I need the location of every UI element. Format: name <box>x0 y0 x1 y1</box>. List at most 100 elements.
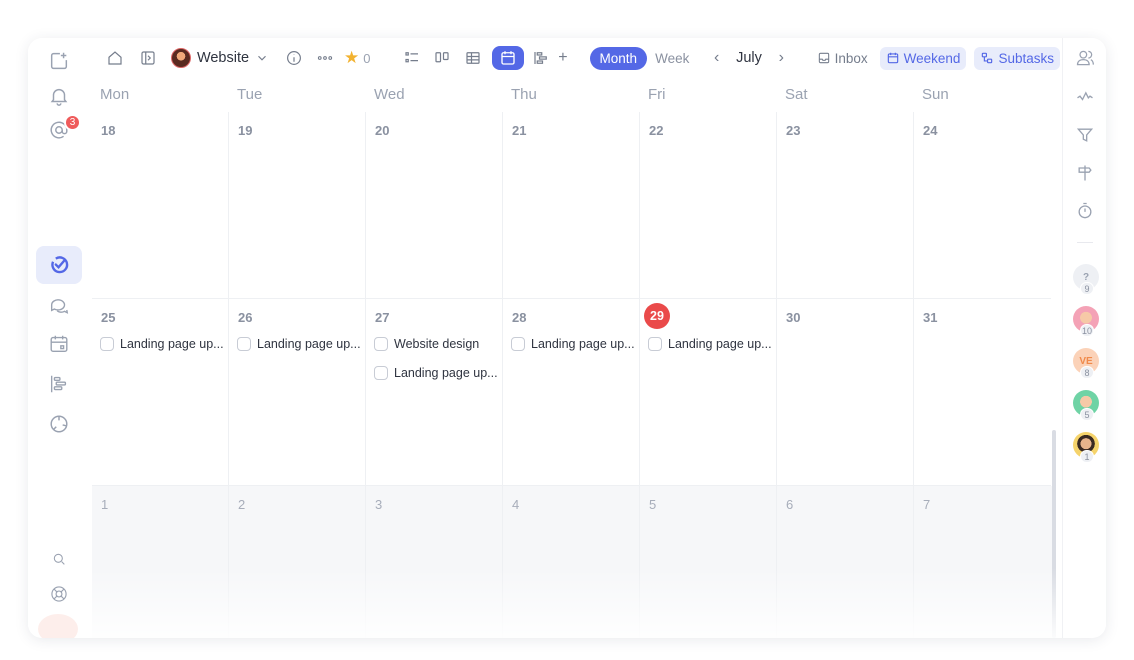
task-item[interactable]: Landing page up... <box>100 337 226 351</box>
day-cell[interactable]: 22 <box>640 112 777 299</box>
day-cell[interactable]: 6 <box>777 486 914 638</box>
list-view-icon[interactable] <box>400 46 422 70</box>
inbox-toggle[interactable]: Inbox <box>811 47 874 70</box>
task-checkbox[interactable] <box>374 366 388 380</box>
task-item[interactable]: Landing page up... <box>237 337 363 351</box>
day-cell[interactable]: 20 <box>366 112 503 299</box>
task-checkbox[interactable] <box>100 337 114 351</box>
calendar-week: 25 Landing page up... 26 Landing page up… <box>92 299 1056 486</box>
calendar-view-icon[interactable] <box>491 46 524 70</box>
day-cell[interactable]: 5 <box>640 486 777 638</box>
day-number: 6 <box>786 497 794 512</box>
weekday-label: Sat <box>785 86 808 103</box>
new-task-icon[interactable] <box>36 42 82 80</box>
task-checkbox[interactable] <box>374 337 388 351</box>
subtasks-label: Subtasks <box>998 50 1054 66</box>
day-number: 2 <box>238 497 246 512</box>
task-title: Landing page up... <box>394 366 498 380</box>
user-avatar[interactable] <box>38 614 78 638</box>
day-cell[interactable]: 28 Landing page up... <box>503 299 640 486</box>
task-item[interactable]: Landing page up... <box>511 337 637 351</box>
member-initials: ? <box>1082 271 1090 283</box>
task-item[interactable]: Landing page up... <box>648 337 774 351</box>
calendar-week: 18 19 20 21 22 23 24 <box>92 112 1056 299</box>
week-toggle[interactable]: Week <box>647 51 697 66</box>
current-month: July <box>736 50 762 66</box>
panel-toggle-icon[interactable] <box>136 46 158 70</box>
home-icon[interactable] <box>104 46 126 70</box>
inbox-label: Inbox <box>834 50 868 66</box>
reports-icon[interactable] <box>36 405 82 443</box>
task-checkbox[interactable] <box>511 337 525 351</box>
task-title: Landing page up... <box>120 337 224 351</box>
day-number: 26 <box>238 310 253 325</box>
project-avatar <box>170 48 191 68</box>
day-cell[interactable]: 4 <box>503 486 640 638</box>
timer-icon[interactable] <box>1075 201 1095 221</box>
timeline-view-icon[interactable] <box>530 46 552 70</box>
day-cell[interactable]: 25 Landing page up... <box>92 299 229 486</box>
day-cell[interactable]: 27 Website design Landing page up... <box>366 299 503 486</box>
task-checkbox[interactable] <box>648 337 662 351</box>
info-icon[interactable] <box>283 46 305 70</box>
filter-icon[interactable] <box>1075 125 1095 145</box>
add-view-button[interactable]: + <box>558 49 567 67</box>
weekday-label: Tue <box>237 86 263 103</box>
project-name: Website <box>196 50 250 66</box>
member-initials: VE <box>1079 355 1093 367</box>
calendar-scrollbar[interactable] <box>1052 430 1056 638</box>
logo-icon[interactable] <box>36 246 82 284</box>
table-view-icon[interactable] <box>461 46 483 70</box>
day-number: 20 <box>375 123 390 138</box>
project-selector[interactable]: Website <box>170 48 269 68</box>
task-checkbox[interactable] <box>237 337 251 351</box>
timeline-icon[interactable] <box>36 365 82 403</box>
day-number: 24 <box>923 123 938 138</box>
day-number: 31 <box>923 310 938 325</box>
day-cell[interactable]: 21 <box>503 112 640 299</box>
calendar-week-next-month: 1 2 3 4 5 6 7 <box>92 486 1056 638</box>
search-icon[interactable] <box>36 540 82 578</box>
day-cell-today[interactable]: 29 Landing page up... <box>640 299 777 486</box>
help-icon[interactable] <box>36 575 82 613</box>
day-cell[interactable]: 18 <box>92 112 229 299</box>
task-title: Website design <box>394 337 480 351</box>
bell-icon[interactable] <box>36 77 82 115</box>
members-icon[interactable] <box>1075 48 1095 68</box>
today-marker: 29 <box>644 303 670 329</box>
task-item[interactable]: Website design <box>374 337 500 351</box>
subtasks-toggle[interactable]: Subtasks <box>974 46 1060 70</box>
day-cell[interactable]: 3 <box>366 486 503 638</box>
weekend-toggle[interactable]: Weekend <box>879 46 967 70</box>
weekday-label: Sun <box>922 86 949 103</box>
board-view-icon[interactable] <box>431 46 453 70</box>
app-window: 3 Website ★ 0 + Month Week ‹ July › Inbo… <box>28 38 1106 638</box>
more-icon[interactable] <box>314 46 336 70</box>
day-cell[interactable]: 1 <box>92 486 229 638</box>
member-task-count: 8 <box>1080 366 1094 379</box>
weekday-label: Wed <box>374 86 405 103</box>
day-cell[interactable]: 19 <box>229 112 366 299</box>
day-number: 7 <box>923 497 931 512</box>
day-cell[interactable]: 23 <box>777 112 914 299</box>
next-month-icon[interactable]: › <box>772 49 791 67</box>
month-toggle[interactable]: Month <box>589 46 648 70</box>
star-icon[interactable]: ★ <box>344 48 359 68</box>
inbox-icon <box>818 52 829 64</box>
day-cell[interactable]: 24 <box>914 112 1051 299</box>
day-cell[interactable]: 30 <box>777 299 914 486</box>
day-number: 27 <box>375 310 390 325</box>
favorites-count: 0 <box>363 50 371 66</box>
prev-month-icon[interactable]: ‹ <box>707 49 726 67</box>
day-cell[interactable]: 7 <box>914 486 1051 638</box>
task-item[interactable]: Landing page up... <box>374 366 500 380</box>
signpost-icon[interactable] <box>1075 163 1095 183</box>
day-cell[interactable]: 2 <box>229 486 366 638</box>
calendar-icon[interactable] <box>36 325 82 363</box>
day-cell[interactable]: 26 Landing page up... <box>229 299 366 486</box>
calendar-grid: Mon Tue Wed Thu Fri Sat Sun 18 19 20 21 … <box>92 78 1056 638</box>
activity-icon[interactable] <box>1075 87 1095 107</box>
chat-icon[interactable] <box>36 285 82 323</box>
day-cell[interactable]: 31 <box>914 299 1051 486</box>
weekday-label: Mon <box>100 86 130 103</box>
